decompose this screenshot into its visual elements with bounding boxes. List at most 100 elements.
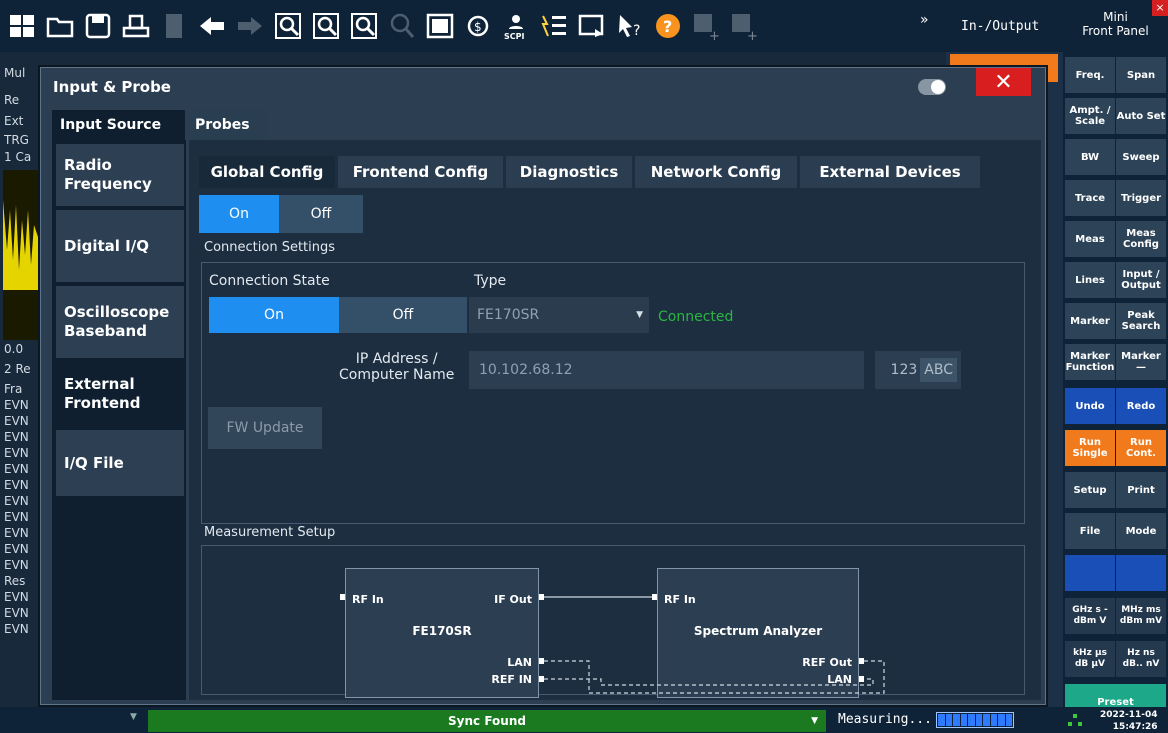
fe-rf-in-port: RF In <box>352 593 384 606</box>
zoom-area-icon[interactable] <box>347 7 382 45</box>
alpha-mode[interactable]: ABC <box>920 358 957 382</box>
softkey-ampt-scale[interactable]: Ampt. / Scale <box>1065 98 1115 134</box>
softkey-marker-[interactable]: Marker — <box>1116 344 1166 380</box>
softkey-unit-toggle[interactable] <box>1065 555 1115 591</box>
connection-status: Connected <box>658 309 734 325</box>
tab-network-config[interactable]: Network Config <box>635 156 797 188</box>
softkey-mode[interactable]: Mode <box>1116 513 1166 549</box>
softkey-run-single[interactable]: Run Single <box>1065 430 1115 466</box>
softkey-mhz-ms-dbm-mv[interactable]: MHz ms dBm mV <box>1116 598 1166 634</box>
transparency-toggle[interactable] <box>918 79 946 95</box>
zoom-icon[interactable] <box>271 7 306 45</box>
softkey-auto-set[interactable]: Auto Set <box>1116 98 1166 134</box>
sensitivity-icon[interactable]: $ <box>461 7 496 45</box>
add-window-icon[interactable]: + <box>689 7 724 45</box>
softkey-peak-search[interactable]: Peak Search <box>1116 303 1166 339</box>
screen-icon[interactable] <box>575 7 610 45</box>
background-label: EVN <box>4 478 29 492</box>
chevron-down-icon[interactable]: ▼ <box>811 716 818 726</box>
softkey-bw[interactable]: BW <box>1065 139 1115 175</box>
toggle-off[interactable]: Off <box>279 195 363 233</box>
softkey-redo[interactable]: Redo <box>1116 388 1166 424</box>
sync-status[interactable]: Sync Found ▼ <box>148 710 826 732</box>
nav-digital-iq[interactable]: Digital I/Q <box>56 210 184 282</box>
input-mode-toggle[interactable]: 123 ABC <box>875 351 961 389</box>
help-icon[interactable]: ? <box>651 7 686 45</box>
fe-ref-in-port: REF IN <box>491 673 532 686</box>
softkey-undo[interactable]: Undo <box>1065 388 1115 424</box>
softkey-trigger[interactable]: Trigger <box>1116 180 1166 216</box>
softkey-freq-[interactable]: Freq. <box>1065 57 1115 93</box>
connection-state-toggle[interactable]: On Off <box>209 297 467 333</box>
background-label: Mul <box>4 66 26 80</box>
save-icon[interactable] <box>81 7 116 45</box>
toolbar: $ SCPI ? ? + + <box>0 0 943 52</box>
connection-off[interactable]: Off <box>339 297 467 333</box>
type-dropdown[interactable]: FE170SR ▼ <box>469 297 649 333</box>
print-icon[interactable] <box>119 7 154 45</box>
softkey-hz-ns-db-nv[interactable]: Hz ns dB.. nV <box>1116 641 1166 677</box>
softkey-sweep[interactable]: Sweep <box>1116 139 1166 175</box>
fe-lan-port: LAN <box>507 656 532 669</box>
softkey-span[interactable]: Span <box>1116 57 1166 93</box>
undo-icon[interactable] <box>195 7 230 45</box>
softkey-meas-config[interactable]: Meas Config <box>1116 221 1166 257</box>
chevron-down-icon[interactable]: ▼ <box>130 712 137 722</box>
type-label: Type <box>474 273 507 289</box>
tab-global-config[interactable]: Global Config <box>199 156 335 188</box>
tab-probes[interactable]: Probes <box>187 110 267 140</box>
measuring-progress-bar <box>936 712 1014 728</box>
background-label: EVN <box>4 494 29 508</box>
sequencer-icon[interactable] <box>537 7 572 45</box>
background-label: EVN <box>4 414 29 428</box>
scpi-icon[interactable]: SCPI <box>499 7 534 45</box>
softkey-input-output[interactable]: Input / Output <box>1116 262 1166 298</box>
nav-radio-frequency[interactable]: Radio Frequency <box>56 144 184 206</box>
softkey-marker-function[interactable]: Marker Function <box>1065 344 1115 380</box>
toggle-on[interactable]: On <box>199 195 279 233</box>
svg-text:?: ? <box>633 23 640 39</box>
softkey-khz-s-db-v[interactable]: kHz µs dB µV <box>1065 641 1115 677</box>
softkey-lines[interactable]: Lines <box>1065 262 1115 298</box>
softkey-marker[interactable]: Marker <box>1065 303 1115 339</box>
softkey-file[interactable]: File <box>1065 513 1115 549</box>
zoom-multi-icon[interactable] <box>309 7 344 45</box>
window-icon[interactable] <box>423 7 458 45</box>
document-icon[interactable] <box>157 7 192 45</box>
windows-icon[interactable] <box>5 7 40 45</box>
measuring-label: Measuring... <box>838 712 932 727</box>
numeric-mode[interactable]: 123 <box>891 362 918 378</box>
nav-oscilloscope-baseband[interactable]: Oscilloscope Baseband <box>56 286 184 358</box>
input-probe-dialog: Input & Probe ✕ Input Source Probes Radi… <box>40 67 1046 705</box>
ip-address-input[interactable]: 10.102.68.12 <box>469 351 864 389</box>
close-button[interactable]: ✕ <box>976 68 1031 96</box>
nav-external-frontend[interactable]: External Frontend <box>56 362 184 426</box>
softkey-print[interactable]: Print <box>1116 472 1166 508</box>
tab-frontend-config[interactable]: Frontend Config <box>338 156 503 188</box>
connection-on[interactable]: On <box>209 297 339 333</box>
softkey-trace[interactable]: Trace <box>1065 180 1115 216</box>
tab-diagnostics[interactable]: Diagnostics <box>506 156 632 188</box>
redo-icon[interactable] <box>233 7 268 45</box>
softkey-run-cont-[interactable]: Run Cont. <box>1116 430 1166 466</box>
softkey-meas[interactable]: Meas <box>1065 221 1115 257</box>
zoom-1-1-icon[interactable] <box>385 7 420 45</box>
tab-input-source[interactable]: Input Source <box>52 110 185 140</box>
tab-external-devices[interactable]: External Devices <box>800 156 980 188</box>
more-arrow-icon[interactable]: » <box>920 12 929 28</box>
background-label: Res <box>4 574 26 588</box>
mini-close-icon[interactable]: × <box>1152 0 1168 16</box>
help-pointer-icon[interactable]: ? <box>613 7 648 45</box>
background-label: EVN <box>4 510 29 524</box>
input-output-label[interactable]: In-/Output <box>943 0 1063 52</box>
softkey-unit-toggle[interactable] <box>1116 555 1166 591</box>
softkey-panel: Freq. Span Ampt. / Scale Auto Set BW Sweep Tra… <box>1063 52 1168 733</box>
svg-text:+: + <box>747 29 758 41</box>
external-frontend-toggle[interactable]: On Off <box>199 195 363 233</box>
nav-iq-file[interactable]: I/Q File <box>56 430 184 496</box>
fw-update-button[interactable]: FW Update <box>208 407 322 449</box>
open-folder-icon[interactable] <box>43 7 78 45</box>
add-channel-icon[interactable]: + <box>727 7 762 45</box>
softkey-setup[interactable]: Setup <box>1065 472 1115 508</box>
softkey-ghz-s-dbm-v[interactable]: GHz s -dBm V <box>1065 598 1115 634</box>
